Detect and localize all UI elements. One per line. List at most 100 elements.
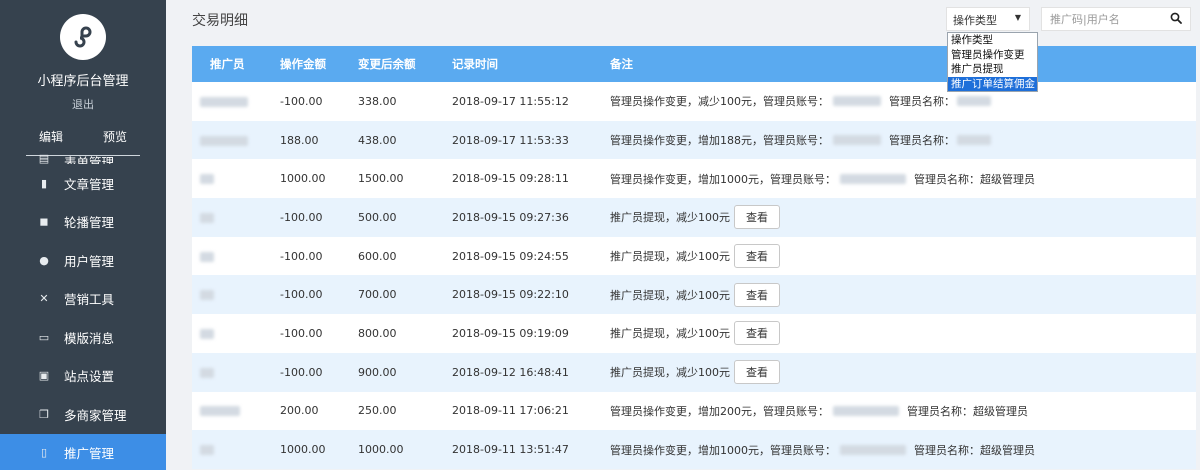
table-row: -100.00 900.00 2018-09-12 16:48:41 推广员提现，减少… bbox=[192, 352, 1196, 392]
note-cell: 管理员操作变更，减少100元，管理员账号： 管理员名称： bbox=[610, 93, 1196, 109]
carousel-icon: ◼ bbox=[39, 215, 49, 229]
table-row: 1000.00 1500.00 2018-09-15 09:28:11 管理员操作变更… bbox=[192, 159, 1196, 199]
view-button[interactable]: 查看 bbox=[734, 360, 780, 385]
transaction-table: 推广员 操作金额 变更后余额 记录时间 备注 -100.00 338.00 2018… bbox=[192, 46, 1196, 469]
sidebar-menu: ▤ 表单管理 ▮ 文章管理 ◼ 轮播管理 ● 用户管理 ✕ 营销工具 ▭ 模版消息 ▣ 站点设置 ❐ 多商家管… bbox=[0, 148, 166, 470]
note-cell: 管理员操作变更，增加188元，管理员账号： 管理员名称： bbox=[610, 132, 1196, 148]
view-button[interactable]: 查看 bbox=[734, 205, 780, 230]
header-note: 备注 bbox=[610, 57, 633, 71]
table-row: -100.00 338.00 2018-09-17 11:55:12 管理员操作变更，… bbox=[192, 82, 1196, 121]
dropdown-option[interactable]: 操作类型 bbox=[948, 33, 1037, 48]
blurred-promoter bbox=[200, 406, 240, 417]
note-text: 管理员操作变更，增加1000元，管理员账号： bbox=[610, 172, 836, 186]
note-text: 推广员提现，减少100元 bbox=[610, 211, 730, 225]
sidebar-item-4[interactable]: ✕ 营销工具 bbox=[0, 280, 166, 319]
balance-cell: 250.00 bbox=[358, 404, 397, 418]
table-row: -100.00 800.00 2018-09-15 09:19:09 推广员提现，减少… bbox=[192, 314, 1196, 353]
blurred-promoter bbox=[200, 290, 214, 301]
table-row: 1000.00 1000.00 2018-09-11 13:51:47 管理员操作变更… bbox=[192, 430, 1196, 469]
amount-cell: 200.00 bbox=[280, 404, 319, 418]
promoter-cell bbox=[192, 250, 280, 263]
note-text: 管理员操作变更，增加188元，管理员账号： bbox=[610, 134, 829, 148]
sidebar-item-8[interactable]: ▯ 推广管理 bbox=[0, 433, 166, 470]
balance-cell: 438.00 bbox=[358, 133, 397, 147]
amount-cell: -100.00 bbox=[280, 288, 323, 302]
amount-cell: 188.00 bbox=[280, 133, 319, 147]
search-icon[interactable] bbox=[1170, 12, 1182, 24]
admin-name: 超级管理员 bbox=[973, 404, 1028, 418]
sidebar-item-5[interactable]: ▭ 模版消息 bbox=[0, 318, 166, 357]
caret-down-icon: ▼ bbox=[1014, 13, 1021, 22]
sidebar-item-label: 推广管理 bbox=[64, 446, 115, 462]
blurred-admin-name bbox=[957, 135, 991, 146]
blurred-account bbox=[833, 135, 881, 146]
admin-name-label: 管理员名称： bbox=[914, 443, 980, 457]
table-row: -100.00 700.00 2018-09-15 09:22:10 推广员提现，减少… bbox=[192, 275, 1196, 315]
promoter-cell bbox=[192, 172, 280, 185]
admin-name-label: 管理员名称： bbox=[914, 172, 980, 186]
note-text: 管理员操作变更，增加200元，管理员账号： bbox=[610, 404, 829, 418]
operation-type-select[interactable]: 操作类型 ▼ bbox=[946, 7, 1030, 31]
promoter-cell bbox=[192, 366, 280, 379]
blurred-promoter bbox=[200, 96, 248, 107]
time-cell: 2018-09-15 09:19:09 bbox=[452, 326, 569, 340]
admin-name-label: 管理员名称： bbox=[889, 95, 955, 109]
blurred-promoter bbox=[200, 367, 214, 378]
mobile-icon: ▯ bbox=[40, 446, 48, 460]
promoter-cell bbox=[192, 288, 280, 301]
page-title: 交易明细 bbox=[192, 13, 248, 29]
note-cell: 推广员提现，减少100元 查看 bbox=[610, 282, 1196, 307]
time-cell: 2018-09-15 09:22:10 bbox=[452, 288, 569, 302]
blurred-promoter bbox=[200, 212, 214, 223]
blurred-account bbox=[840, 173, 906, 184]
sidebar-item-label: 营销工具 bbox=[64, 292, 115, 308]
blurred-promoter bbox=[200, 251, 214, 262]
time-cell: 2018-09-11 13:51:47 bbox=[452, 443, 569, 457]
logout-link[interactable]: 退出 bbox=[0, 96, 166, 112]
view-button[interactable]: 查看 bbox=[734, 282, 780, 307]
balance-cell: 900.00 bbox=[358, 365, 397, 379]
balance-cell: 338.00 bbox=[358, 94, 397, 108]
search-input[interactable] bbox=[1042, 8, 1162, 30]
sidebar-item-label: 表单管理 bbox=[64, 155, 115, 164]
sidebar-item-1[interactable]: ▮ 文章管理 bbox=[0, 164, 166, 203]
time-cell: 2018-09-15 09:24:55 bbox=[452, 249, 569, 263]
message-icon: ▭ bbox=[38, 330, 50, 344]
search-box bbox=[1041, 7, 1191, 31]
table-row: 188.00 438.00 2018-09-17 11:53:33 管理员操作变更，增… bbox=[192, 120, 1196, 160]
amount-cell: -100.00 bbox=[280, 210, 323, 224]
view-button[interactable]: 查看 bbox=[734, 321, 780, 346]
sidebar-item-6[interactable]: ▣ 站点设置 bbox=[0, 357, 166, 396]
note-cell: 管理员操作变更，增加1000元，管理员账号： 管理员名称： 超级管理员 bbox=[610, 442, 1196, 458]
view-button[interactable]: 查看 bbox=[734, 244, 780, 269]
note-cell: 推广员提现，减少100元 查看 bbox=[610, 360, 1196, 385]
balance-cell: 700.00 bbox=[358, 288, 397, 302]
promoter-cell bbox=[192, 327, 280, 340]
amount-cell: -100.00 bbox=[280, 94, 323, 108]
amount-cell: 1000.00 bbox=[280, 443, 326, 457]
balance-cell: 500.00 bbox=[358, 210, 397, 224]
dropdown-option[interactable]: 推广订单结算佣金 bbox=[948, 76, 1037, 91]
time-cell: 2018-09-12 16:48:41 bbox=[452, 365, 569, 379]
sidebar-item-3[interactable]: ● 用户管理 bbox=[0, 241, 166, 280]
time-cell: 2018-09-15 09:28:11 bbox=[452, 172, 569, 186]
document-icon: ▮ bbox=[40, 176, 48, 190]
note-cell: 推广员提现，减少100元 查看 bbox=[610, 244, 1196, 269]
dropdown-option[interactable]: 推广员提现 bbox=[948, 62, 1037, 77]
admin-name: 超级管理员 bbox=[980, 443, 1035, 457]
dropdown-option[interactable]: 管理员操作变更 bbox=[948, 48, 1037, 63]
header-balance: 变更后余额 bbox=[358, 57, 416, 71]
note-text: 管理员操作变更，减少100元，管理员账号： bbox=[610, 95, 829, 109]
note-cell: 管理员操作变更，增加1000元，管理员账号： 管理员名称： 超级管理员 bbox=[610, 171, 1196, 187]
header-promoter: 推广员 bbox=[210, 57, 245, 71]
app-title: 小程序后台管理 bbox=[37, 74, 129, 89]
sidebar-item-0[interactable]: ▤ 表单管理 bbox=[0, 148, 166, 165]
sidebar-item-2[interactable]: ◼ 轮播管理 bbox=[0, 203, 166, 242]
promoter-cell bbox=[192, 443, 280, 456]
promoter-cell bbox=[192, 211, 280, 224]
balance-cell: 1000.00 bbox=[358, 443, 404, 457]
sidebar-item-7[interactable]: ❐ 多商家管理 bbox=[0, 395, 166, 434]
time-cell: 2018-09-15 09:27:36 bbox=[452, 210, 569, 224]
admin-name-label: 管理员名称： bbox=[889, 134, 955, 148]
mini-program-logo-icon bbox=[74, 26, 92, 48]
